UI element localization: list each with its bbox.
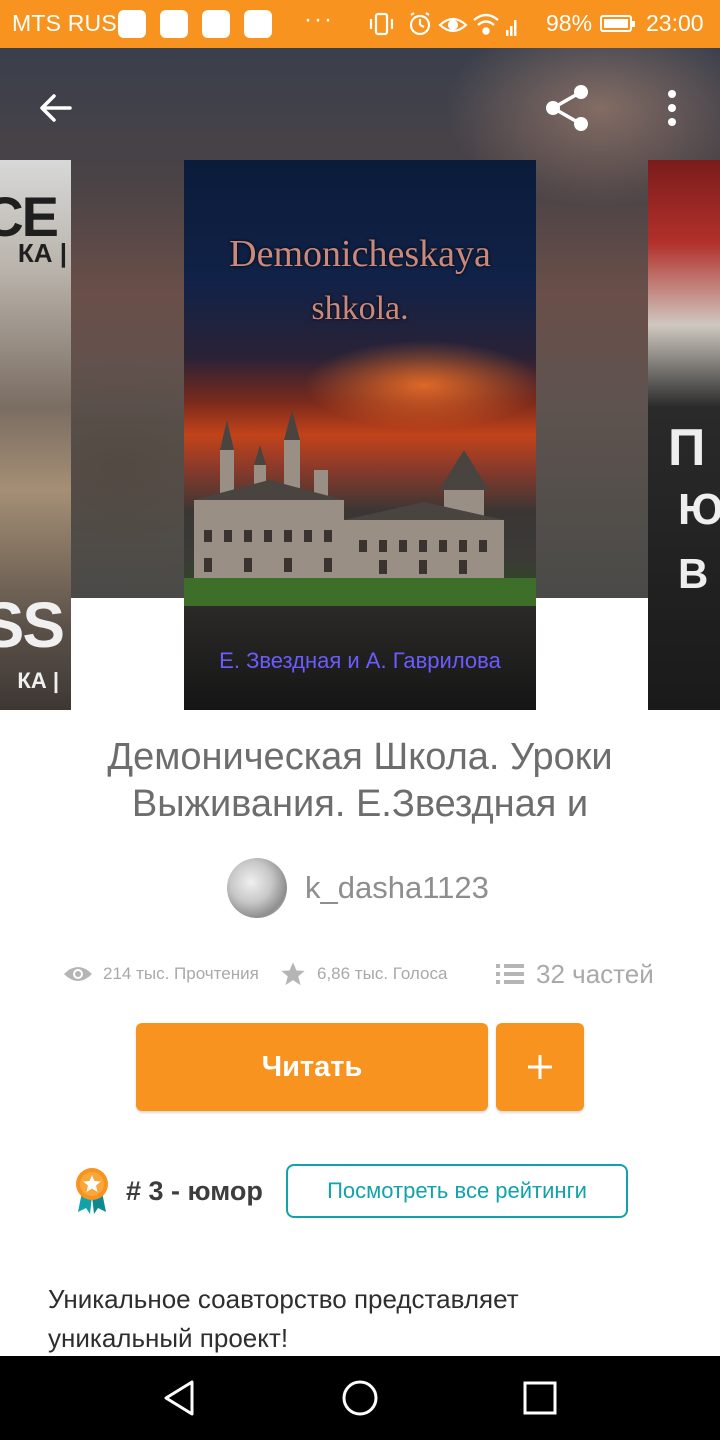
triangle-back-icon — [164, 1380, 194, 1416]
list-icon — [496, 964, 524, 984]
votes-stat: 6,86 тыс. Голоса — [279, 954, 447, 994]
vibrate-icon — [369, 12, 394, 36]
cover-text: КА | — [17, 668, 59, 693]
cover-previous-book[interactable]: RCE КА | ESS КА | — [0, 160, 71, 710]
read-button[interactable]: Читать — [136, 1023, 488, 1111]
cover-lawn — [184, 578, 536, 606]
status-icons — [369, 12, 517, 36]
square-recents-icon — [523, 1381, 557, 1415]
nav-back-button[interactable] — [156, 1374, 204, 1422]
cover-text: В — [678, 550, 709, 597]
cover-text: П — [668, 419, 706, 477]
eye-comfort-icon — [438, 17, 468, 33]
cover-title-line: shkola. — [311, 290, 409, 327]
reads-stat: 214 тыс. Прочтения — [63, 954, 259, 994]
votes-count: 6,86 тыс. Голоса — [317, 964, 448, 983]
author-row[interactable]: k_dasha1123 — [0, 856, 720, 920]
wifi-icon — [473, 13, 499, 35]
more-notifications-icon: ··· — [304, 6, 334, 33]
back-button[interactable] — [28, 80, 84, 136]
reads-count: 214 тыс. Прочтения — [103, 964, 259, 983]
system-navigation-bar — [0, 1356, 720, 1440]
star-icon — [281, 962, 305, 986]
circle-home-icon — [342, 1380, 378, 1416]
eye-icon — [64, 967, 92, 981]
stats-row: 214 тыс. Прочтения 6,86 тыс. Голоса 32 ч… — [0, 954, 720, 994]
status-bar: MTS RUS ··· 98% 23:00 — [0, 0, 720, 48]
nav-recents-button[interactable] — [516, 1374, 564, 1422]
cover-text: Ю — [678, 485, 720, 534]
rank-text: # 3 - юмор — [126, 1176, 263, 1206]
cover-authors: Е. Звездная и А. Гаврилова — [219, 648, 501, 673]
add-to-library-button[interactable] — [496, 1023, 584, 1111]
notification-icon — [244, 10, 272, 38]
share-button[interactable] — [539, 80, 595, 136]
more-vertical-icon — [668, 90, 676, 126]
notification-icon — [202, 10, 230, 38]
nav-home-button[interactable] — [336, 1374, 384, 1422]
arrow-left-icon — [40, 94, 72, 122]
carrier-name: MTS RUS — [12, 10, 117, 36]
cover-text: КА | — [17, 238, 67, 268]
plus-icon — [528, 1055, 552, 1079]
notification-icon — [118, 10, 146, 38]
more-options-button[interactable] — [644, 80, 700, 136]
avatar[interactable] — [227, 858, 287, 918]
view-all-ratings-button[interactable]: Посмотреть все рейтинги — [286, 1164, 628, 1218]
parts-stat[interactable]: 32 частей — [496, 954, 654, 994]
cover-next-book[interactable]: П Ю В — [648, 160, 720, 710]
parts-count[interactable]: 32 частей — [536, 959, 654, 990]
alarm-icon — [409, 12, 431, 36]
share-icon — [546, 85, 588, 131]
battery-percent: 98% — [546, 10, 593, 36]
medal-icon — [76, 1168, 108, 1214]
cover-text: ESS — [0, 589, 65, 661]
author-name[interactable]: k_dasha1123 — [305, 870, 489, 906]
ranking-row: # 3 - юмор Посмотреть все рейтинги — [0, 1160, 720, 1224]
cover-title-line: Demonicheskaya — [229, 233, 491, 275]
signal-icon — [506, 20, 517, 36]
castle-illustration — [194, 410, 504, 580]
book-title: Демоническая Школа. Уроки Выживания. Е.З… — [107, 736, 613, 825]
book-description: Уникальное соавторство представляет уник… — [48, 1284, 519, 1353]
notification-icon — [160, 10, 188, 38]
cover-current-book[interactable]: Demonicheskaya shkola. Е. Звездная и А. … — [184, 160, 536, 710]
clock: 23:00 — [646, 10, 704, 36]
battery-icon — [600, 15, 635, 32]
